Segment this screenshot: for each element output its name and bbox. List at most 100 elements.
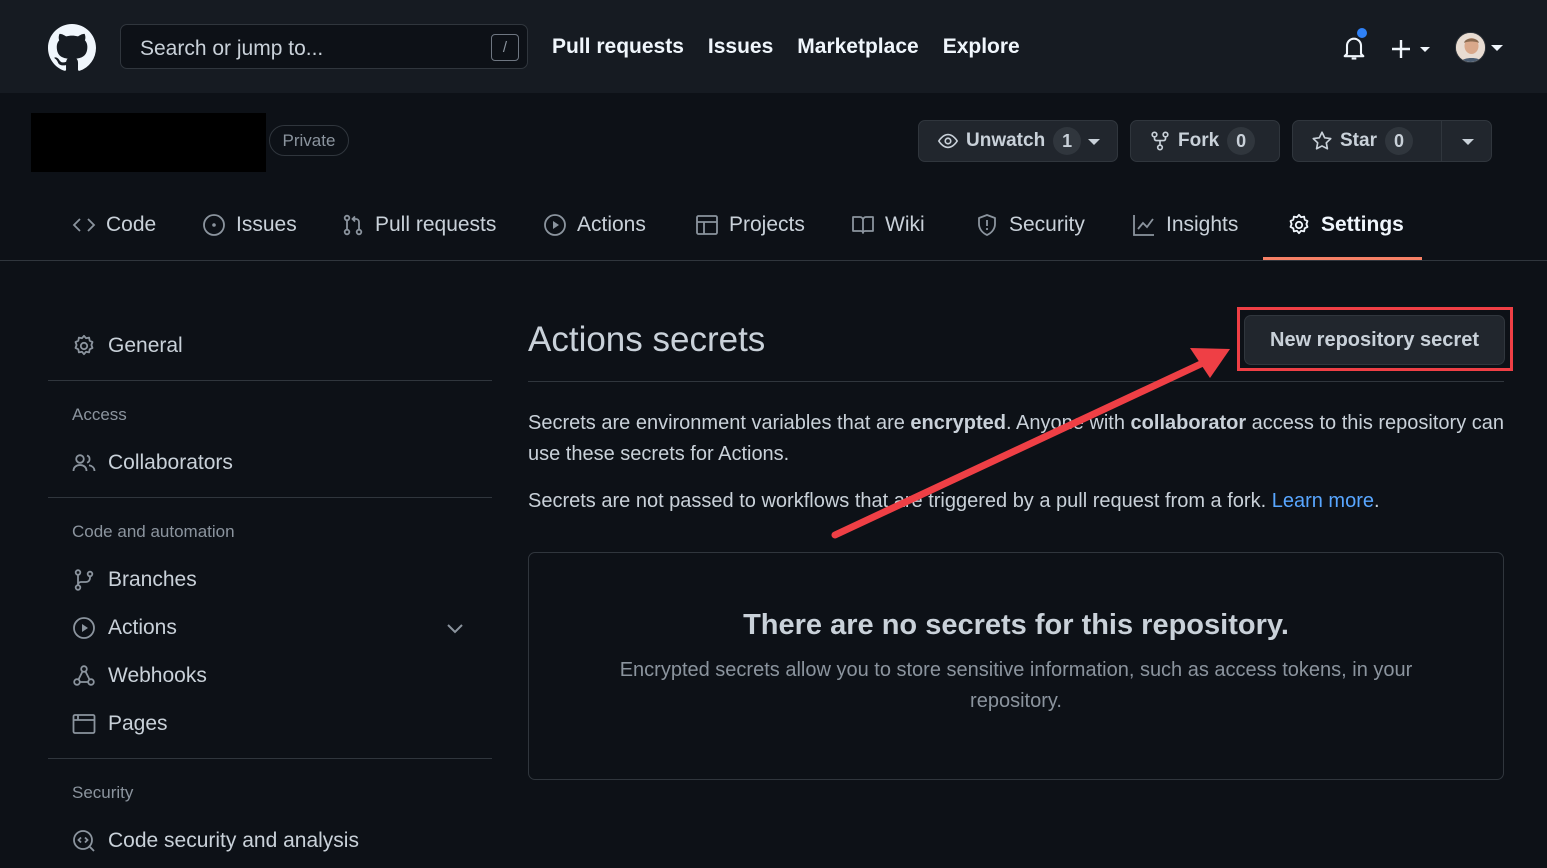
- divider: [48, 497, 492, 498]
- webhook-icon: [73, 665, 95, 686]
- avatar[interactable]: [1455, 32, 1486, 63]
- browser-icon: [72, 714, 96, 734]
- sidebar-item-label: Actions: [108, 616, 177, 639]
- tab-projects[interactable]: Projects: [695, 190, 805, 260]
- tab-wiki[interactable]: Wiki: [851, 190, 925, 260]
- sidebar-item-label: Webhooks: [108, 664, 207, 687]
- git-pull-request-icon: [343, 214, 363, 236]
- divider: [48, 380, 492, 381]
- sidebar-item-actions[interactable]: Actions: [72, 613, 177, 643]
- chevron-down-icon[interactable]: [1490, 44, 1504, 52]
- tab-label: Projects: [729, 213, 805, 236]
- unwatch-label: Unwatch: [966, 130, 1046, 151]
- unwatch-button[interactable]: Unwatch 1: [918, 120, 1118, 162]
- issue-opened-icon: [203, 214, 225, 236]
- text: .: [1373, 490, 1380, 512]
- tab-actions[interactable]: Actions: [543, 190, 646, 260]
- star-button[interactable]: Star 0: [1292, 120, 1492, 162]
- sidebar-item-branches[interactable]: Branches: [72, 565, 197, 595]
- nav-pull-requests[interactable]: Pull requests: [552, 35, 684, 59]
- sidebar-item-label: Code security and analysis: [108, 829, 359, 852]
- text-bold: encrypted: [910, 412, 1007, 434]
- tab-label: Insights: [1166, 213, 1239, 236]
- eye-icon: [937, 133, 959, 149]
- active-tab-indicator: [1263, 257, 1422, 260]
- text: Secrets are environment variables that a…: [528, 412, 911, 434]
- tab-label: Security: [1009, 213, 1085, 236]
- table-icon: [696, 215, 718, 235]
- tab-code[interactable]: Code: [72, 190, 156, 260]
- chevron-down-icon[interactable]: [446, 623, 464, 635]
- star-count: 0: [1384, 127, 1413, 155]
- title-divider: [528, 381, 1504, 382]
- sidebar-item-code-security[interactable]: Code security and analysis: [72, 826, 359, 856]
- watch-count: 1: [1053, 127, 1082, 155]
- star-icon: [1312, 131, 1332, 150]
- sidebar-item-general[interactable]: General: [72, 331, 183, 361]
- divider: [48, 758, 492, 759]
- fork-button[interactable]: Fork 0: [1130, 120, 1280, 162]
- people-icon: [72, 454, 96, 472]
- page-title: Actions secrets: [528, 320, 766, 359]
- secrets-description: Secrets are environment variables that a…: [528, 408, 1508, 470]
- book-icon: [852, 216, 874, 234]
- tab-pull-requests[interactable]: Pull requests: [341, 190, 496, 260]
- annotation-highlight-box: [1237, 307, 1513, 371]
- sidebar-heading-security: Security: [72, 783, 134, 802]
- empty-state: There are no secrets for this repository…: [528, 552, 1504, 780]
- nav-explore[interactable]: Explore: [943, 35, 1020, 59]
- codescan-icon: [73, 830, 95, 852]
- fork-count: 0: [1227, 127, 1256, 155]
- sidebar-item-collaborators[interactable]: Collaborators: [72, 448, 233, 478]
- tab-issues[interactable]: Issues: [202, 190, 297, 260]
- nav-issues[interactable]: Issues: [708, 35, 773, 59]
- text: Secrets are not passed to workflows that…: [528, 490, 1272, 512]
- play-icon: [73, 617, 95, 639]
- notification-dot: [1355, 26, 1369, 40]
- nav-marketplace[interactable]: Marketplace: [797, 35, 918, 59]
- shield-icon: [978, 214, 996, 236]
- sidebar-item-label: General: [108, 334, 183, 357]
- chevron-down-icon: [1088, 139, 1100, 145]
- button-separator: [1441, 121, 1442, 161]
- tab-label: Pull requests: [375, 213, 497, 236]
- tab-insights[interactable]: Insights: [1132, 190, 1238, 260]
- chevron-down-icon[interactable]: [1461, 138, 1475, 146]
- sidebar-heading-access: Access: [72, 405, 127, 424]
- sidebar-heading-code-automation: Code and automation: [72, 522, 235, 541]
- global-header: Search or jump to... / Pull requests Iss…: [0, 0, 1547, 93]
- tab-label: Actions: [577, 213, 646, 236]
- graph-icon: [1133, 215, 1154, 236]
- fork-note: Secrets are not passed to workflows that…: [528, 486, 1508, 517]
- tab-security[interactable]: Security: [975, 190, 1085, 260]
- plus-dropdown-icon[interactable]: [1390, 36, 1435, 62]
- search-input[interactable]: Search or jump to... /: [120, 24, 528, 69]
- gear-icon: [1289, 213, 1309, 235]
- text: . Anyone with: [1006, 412, 1131, 434]
- text-bold: collaborator: [1130, 412, 1247, 434]
- gear-icon: [74, 334, 94, 356]
- learn-more-link[interactable]: Learn more: [1272, 490, 1374, 512]
- search-placeholder: Search or jump to...: [140, 37, 324, 60]
- tab-settings[interactable]: Settings: [1287, 190, 1404, 260]
- star-label: Star: [1340, 130, 1377, 151]
- sidebar-item-webhooks[interactable]: Webhooks: [72, 661, 207, 691]
- repo-forked-icon: [1151, 131, 1169, 151]
- git-branch-icon: [74, 569, 94, 591]
- sidebar-item-label: Pages: [108, 712, 168, 735]
- sidebar-item-pages[interactable]: Pages: [72, 709, 168, 739]
- tab-label: Settings: [1321, 213, 1404, 236]
- empty-state-title: There are no secrets for this repository…: [743, 609, 1289, 641]
- empty-state-description: Encrypted secrets allow you to store sen…: [619, 659, 1413, 712]
- code-icon: [72, 218, 96, 232]
- sidebar-item-label: Collaborators: [108, 451, 233, 474]
- tab-label: Code: [106, 213, 157, 236]
- sidebar-item-label: Branches: [108, 568, 197, 591]
- repo-tabs: Code Issues Pull requests Actions Projec…: [0, 190, 1547, 261]
- tab-label: Issues: [236, 213, 297, 236]
- slash-shortcut-hint: /: [491, 34, 519, 61]
- fork-label: Fork: [1178, 130, 1220, 151]
- github-logo-icon[interactable]: [48, 24, 96, 72]
- tab-label: Wiki: [885, 213, 925, 236]
- visibility-badge: Private: [269, 125, 349, 156]
